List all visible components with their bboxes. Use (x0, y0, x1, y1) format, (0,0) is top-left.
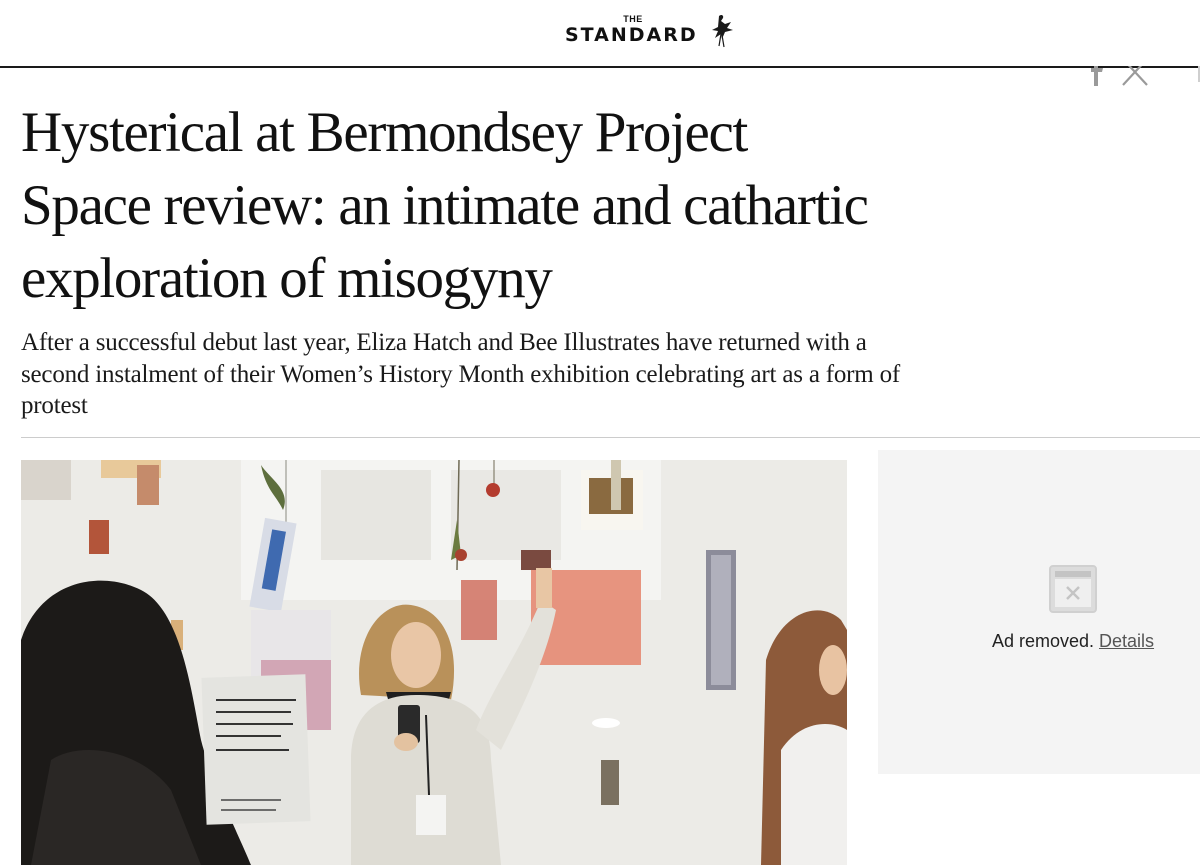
divider (21, 437, 1200, 438)
logo-the: THE (623, 14, 643, 24)
article-standfirst: After a successful debut last year, Eliz… (21, 329, 901, 419)
social-share-bar (1090, 66, 1200, 86)
bird-icon (712, 14, 733, 48)
x-icon[interactable] (1122, 66, 1148, 86)
site-logo[interactable]: THE STANDARD (563, 12, 743, 52)
ad-removed-icon (1049, 565, 1097, 613)
ad-details-link[interactable]: Details (1099, 631, 1154, 651)
exhibition-photo (21, 460, 847, 865)
hero-image (21, 460, 847, 865)
ad-slot: Ad removed. Details (878, 450, 1200, 774)
site-header: THE STANDARD (0, 0, 1200, 68)
logo-wordmark: STANDARD (565, 24, 698, 46)
ad-removed-text: Ad removed. (991, 631, 1094, 651)
article-headline: Hysterical at Bermondsey Project Space r… (21, 101, 869, 310)
ad-removed-message: Ad removed. Details (878, 631, 1200, 652)
facebook-icon[interactable] (1090, 66, 1104, 86)
